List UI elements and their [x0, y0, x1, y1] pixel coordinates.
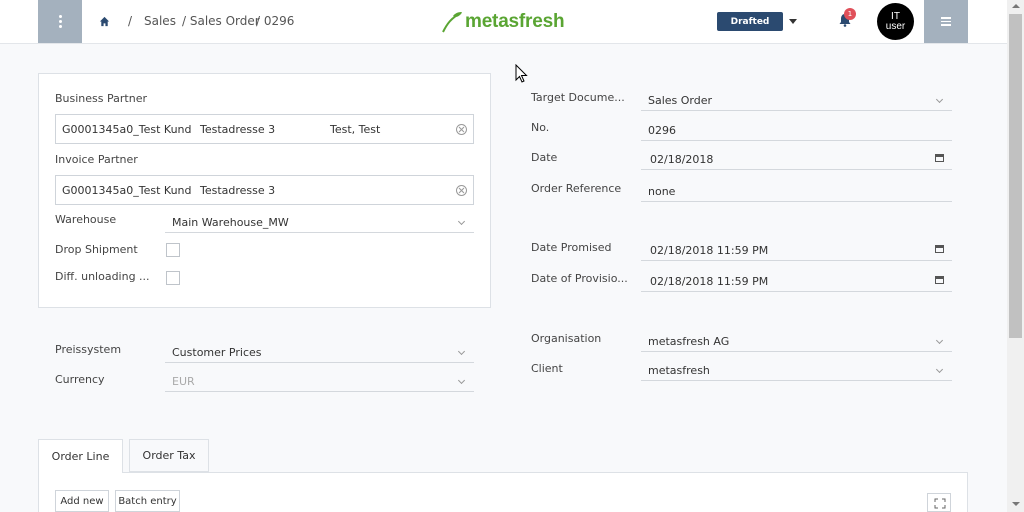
date-promised-field[interactable]: 02/18/2018 11:59 PM [641, 239, 952, 261]
menu-button[interactable] [38, 0, 82, 43]
clear-icon[interactable] [456, 185, 467, 196]
avatar-line-1: IT [891, 10, 900, 22]
diff-unloading-checkbox[interactable] [166, 271, 180, 285]
calendar-icon[interactable] [935, 276, 944, 284]
drop-shipment-checkbox[interactable] [166, 243, 180, 257]
diff-unloading-label: Diff. unloading ... [55, 270, 150, 283]
no-value: 0296 [648, 124, 676, 137]
bp-name: G0001345a0_Test Kund [62, 123, 192, 136]
invoice-partner-label: Invoice Partner [55, 153, 138, 166]
chevron-down-icon [935, 95, 944, 104]
business-partner-lookup[interactable]: G0001345a0_Test Kund Testadresse 3 Test,… [55, 114, 474, 144]
currency-label: Currency [55, 373, 105, 386]
tab-order-tax[interactable]: Order Tax [129, 439, 209, 472]
calendar-icon[interactable] [935, 154, 944, 162]
expand-icon [934, 498, 946, 509]
chevron-down-icon [935, 336, 944, 345]
chevron-down-icon [457, 376, 466, 385]
price-system-select[interactable]: Customer Prices [165, 341, 474, 363]
client-label: Client [531, 362, 563, 375]
page-scrollbar[interactable] [1007, 0, 1024, 512]
target-doc-value: Sales Order [648, 94, 713, 107]
scroll-down-icon[interactable] [1012, 502, 1020, 506]
status-dropdown-icon[interactable] [789, 19, 797, 24]
client-value: metasfresh [648, 364, 710, 377]
warehouse-label: Warehouse [55, 213, 117, 226]
target-doc-label: Target Docume... [531, 91, 625, 104]
date-value: 02/18/2018 [650, 153, 714, 166]
date-provision-label: Date of Provisio... [531, 272, 628, 285]
drop-shipment-label: Drop Shipment [55, 243, 138, 256]
breadcrumb-sales[interactable]: Sales [144, 14, 176, 28]
kebab-icon [58, 15, 62, 28]
bp-address: Testadresse 3 [200, 123, 276, 136]
breadcrumb-sales-order[interactable]: / Sales Order [182, 14, 260, 28]
business-partner-label: Business Partner [55, 92, 147, 105]
list-icon [941, 17, 951, 26]
doc-status-button[interactable]: Drafted [717, 12, 783, 31]
ip-name: G0001345a0_Test Kund [62, 184, 192, 197]
notification-badge: 1 [844, 8, 856, 20]
target-doc-select[interactable]: Sales Order [641, 89, 952, 111]
currency-select[interactable]: EUR [165, 370, 474, 392]
price-system-label: Preissystem [55, 343, 122, 356]
date-provision-field[interactable]: 02/18/2018 11:59 PM [641, 270, 952, 292]
batch-entry-button[interactable]: Batch entry [115, 490, 180, 512]
add-new-button[interactable]: Add new [55, 490, 109, 512]
date-provision-value: 02/18/2018 11:59 PM [650, 275, 769, 288]
calendar-icon[interactable] [935, 245, 944, 253]
logo-text: metasfresh [465, 11, 565, 32]
side-list-button[interactable] [924, 0, 968, 43]
date-promised-label: Date Promised [531, 241, 612, 254]
no-field[interactable]: 0296 [641, 119, 952, 141]
tab-order-line[interactable]: Order Line [38, 439, 123, 473]
date-promised-value: 02/18/2018 11:59 PM [650, 244, 769, 257]
bp-contact: Test, Test [330, 123, 381, 136]
organisation-select[interactable]: metasfresh AG [641, 330, 952, 352]
order-ref-label: Order Reference [531, 182, 622, 195]
organisation-label: Organisation [531, 332, 602, 345]
warehouse-value: Main Warehouse_MW [172, 216, 289, 229]
breadcrumb-document-no: / 0296 [256, 14, 295, 28]
no-label: No. [531, 121, 550, 134]
home-icon[interactable] [99, 16, 110, 27]
organisation-value: metasfresh AG [648, 335, 730, 348]
client-select[interactable]: metasfresh [641, 359, 952, 381]
mouse-cursor-icon [515, 64, 528, 83]
scroll-up-icon[interactable] [1012, 4, 1020, 8]
top-header: / Sales / Sales Order / 0296 metasfresh … [0, 0, 1007, 44]
date-field[interactable]: 02/18/2018 [641, 148, 952, 170]
chevron-down-icon [457, 217, 466, 226]
chevron-down-icon [457, 347, 466, 356]
scroll-thumb[interactable] [1009, 14, 1022, 338]
avatar-line-2: user [885, 20, 906, 32]
user-avatar[interactable]: IT user [877, 3, 914, 40]
clear-icon[interactable] [456, 124, 467, 135]
currency-value: EUR [172, 375, 195, 388]
price-system-value: Customer Prices [172, 346, 262, 359]
ip-address: Testadresse 3 [200, 184, 276, 197]
date-label: Date [531, 151, 558, 164]
metasfresh-logo: metasfresh [441, 8, 571, 36]
order-ref-value: none [648, 185, 676, 198]
leaf-icon [442, 12, 462, 33]
fullscreen-button[interactable] [927, 493, 951, 512]
chevron-down-icon [935, 365, 944, 374]
order-ref-field[interactable]: none [641, 180, 952, 202]
warehouse-select[interactable]: Main Warehouse_MW [165, 211, 474, 233]
breadcrumb-separator: / [128, 14, 133, 28]
invoice-partner-lookup[interactable]: G0001345a0_Test Kund Testadresse 3 [55, 175, 474, 205]
